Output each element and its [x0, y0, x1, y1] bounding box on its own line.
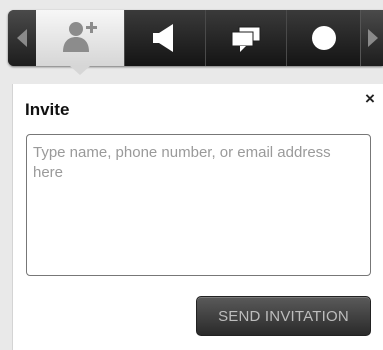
circle-icon [312, 26, 336, 50]
invite-input[interactable] [26, 134, 371, 276]
tab-invite[interactable] [36, 10, 124, 66]
tab-announce[interactable] [124, 10, 205, 66]
add-user-icon [63, 22, 97, 52]
invite-popup: Invite × SEND INVITATION [12, 84, 383, 350]
toolbar [8, 10, 383, 66]
chevron-right-icon [367, 29, 378, 47]
tab-status[interactable] [286, 10, 361, 66]
active-tab-caret [70, 66, 90, 75]
megaphone-icon [153, 24, 173, 52]
send-invitation-button[interactable]: SEND INVITATION [196, 296, 371, 336]
scroll-left-button[interactable] [8, 10, 36, 66]
popup-title: Invite [25, 100, 70, 119]
tab-chat[interactable] [205, 10, 286, 66]
chat-icon [231, 26, 261, 52]
chevron-left-icon [17, 29, 27, 47]
scroll-right-button[interactable] [360, 10, 383, 66]
close-icon[interactable]: × [365, 89, 375, 109]
